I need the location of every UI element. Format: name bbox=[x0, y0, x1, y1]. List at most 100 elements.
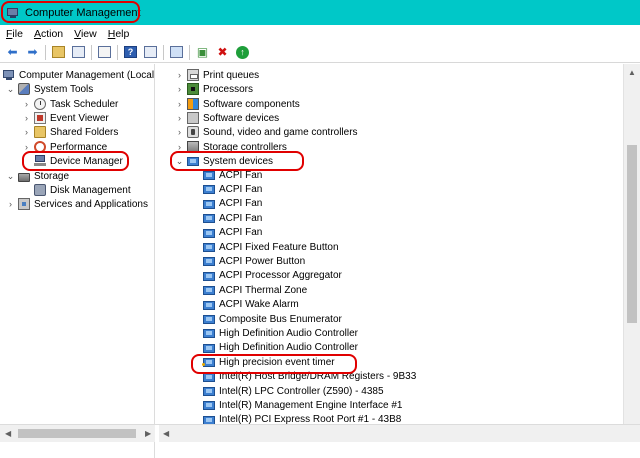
device-label: ACPI Fan bbox=[219, 183, 263, 195]
chevron-right-icon[interactable]: › bbox=[175, 112, 184, 124]
storage-icon bbox=[18, 172, 30, 182]
device-label: Intel(R) Host Bridge/DRAM Registers - 9B… bbox=[219, 371, 417, 383]
disk-icon bbox=[34, 184, 46, 196]
device-label: ACPI Fixed Feature Button bbox=[219, 241, 339, 253]
tree-item-shared-folders[interactable]: › Shared Folders bbox=[22, 125, 118, 139]
category-label: Processors bbox=[203, 83, 254, 95]
pane-divider[interactable] bbox=[155, 425, 159, 443]
system-device-item[interactable]: ACPI Fan bbox=[203, 197, 262, 211]
system-device-item[interactable]: ACPI Fan bbox=[203, 211, 262, 225]
device-icon bbox=[203, 270, 215, 282]
system-tools-icon bbox=[18, 83, 30, 95]
chevron-down-icon[interactable]: ⌄ bbox=[6, 170, 15, 182]
device-icon bbox=[203, 327, 215, 339]
chevron-right-icon[interactable]: › bbox=[22, 126, 31, 138]
system-device-item[interactable]: ACPI Thermal Zone bbox=[203, 283, 307, 297]
system-device-item[interactable]: ACPI Fan bbox=[203, 182, 262, 196]
horizontal-scrollbar[interactable]: ◀ ▶ ◀ bbox=[0, 424, 640, 443]
software-device-icon bbox=[187, 112, 199, 124]
system-device-item[interactable]: Composite Bus Enumerator bbox=[203, 312, 342, 326]
tree-item-computer-management[interactable]: Computer Management (Local bbox=[3, 68, 154, 82]
scroll-right-arrow-icon[interactable]: ▶ bbox=[145, 429, 151, 438]
system-device-item[interactable]: Intel(R) Host Bridge/DRAM Registers - 9B… bbox=[203, 370, 416, 384]
tree-item-device-manager[interactable]: Device Manager bbox=[34, 154, 123, 168]
tree-item-services-applications[interactable]: › Services and Applications bbox=[6, 197, 148, 211]
tree-item-storage[interactable]: ⌄ Storage bbox=[6, 169, 69, 183]
chevron-right-icon[interactable]: › bbox=[22, 112, 31, 124]
performance-icon bbox=[34, 141, 46, 153]
system-device-item[interactable]: Intel(R) LPC Controller (Z590) - 4385 bbox=[203, 384, 384, 398]
monitor-icon[interactable] bbox=[168, 44, 185, 61]
device-icon bbox=[203, 241, 215, 253]
system-device-item[interactable]: ACPI Fixed Feature Button bbox=[203, 240, 339, 254]
menu-help[interactable]: Help bbox=[108, 28, 130, 40]
category-label: Software devices bbox=[203, 112, 280, 124]
chevron-down-icon[interactable]: ⌄ bbox=[175, 155, 184, 167]
menu-view[interactable]: View bbox=[74, 28, 97, 40]
toolbar-separator bbox=[163, 44, 164, 60]
system-device-item[interactable]: ACPI Fan bbox=[203, 168, 262, 182]
uninstall-device-icon[interactable]: ✖ bbox=[214, 44, 231, 61]
tree-label: Performance bbox=[50, 141, 108, 153]
tree-item-task-scheduler[interactable]: › Task Scheduler bbox=[22, 97, 118, 111]
properties-icon[interactable] bbox=[96, 44, 113, 61]
system-device-item[interactable]: High precision event timer bbox=[202, 355, 335, 369]
event-viewer-icon bbox=[34, 112, 46, 124]
system-device-item[interactable]: ACPI Processor Aggregator bbox=[203, 269, 342, 283]
system-device-item[interactable]: High Definition Audio Controller bbox=[203, 341, 358, 355]
chevron-right-icon[interactable]: › bbox=[22, 141, 31, 153]
system-device-item[interactable]: ACPI Wake Alarm bbox=[203, 298, 299, 312]
clock-icon bbox=[34, 98, 46, 110]
chevron-right-icon[interactable]: › bbox=[175, 98, 184, 110]
computer-management-icon bbox=[7, 7, 20, 19]
menu-action[interactable]: Action bbox=[34, 28, 63, 40]
toolbar-separator bbox=[91, 44, 92, 60]
scroll-left-arrow-icon[interactable]: ◀ bbox=[163, 429, 169, 438]
chevron-right-icon[interactable]: › bbox=[175, 83, 184, 95]
device-category-software-components[interactable]: › Software components bbox=[175, 97, 300, 111]
device-label: High Definition Audio Controller bbox=[219, 342, 358, 354]
chevron-down-icon[interactable]: ⌄ bbox=[6, 83, 15, 95]
system-device-item[interactable]: ACPI Power Button bbox=[203, 254, 305, 268]
chevron-right-icon[interactable]: › bbox=[22, 98, 31, 110]
device-category-processors[interactable]: › Processors bbox=[175, 82, 253, 96]
update-driver-icon[interactable]: ▣ bbox=[194, 44, 211, 61]
tree-item-disk-management[interactable]: Disk Management bbox=[34, 183, 131, 197]
console-tree: Computer Management (Local ⌄ System Tool… bbox=[0, 64, 155, 458]
vertical-scrollbar[interactable]: ▲ bbox=[623, 64, 640, 440]
toolbar-separator bbox=[189, 44, 190, 60]
system-device-item[interactable]: High Definition Audio Controller bbox=[203, 326, 358, 340]
device-category-print-queues[interactable]: › Print queues bbox=[175, 68, 259, 82]
scroll-up-arrow-icon[interactable]: ▲ bbox=[628, 68, 636, 77]
up-folder-icon[interactable] bbox=[50, 44, 67, 61]
device-label: High Definition Audio Controller bbox=[219, 327, 358, 339]
system-device-item[interactable]: Intel(R) Management Engine Interface #1 bbox=[203, 398, 402, 412]
forward-arrow-icon[interactable]: ➡ bbox=[24, 44, 41, 61]
device-label: ACPI Fan bbox=[219, 227, 263, 239]
console-icon[interactable] bbox=[142, 44, 159, 61]
device-label: Intel(R) LPC Controller (Z590) - 4385 bbox=[219, 385, 384, 397]
chevron-right-icon[interactable]: › bbox=[175, 69, 184, 81]
enable-device-icon[interactable]: ↑ bbox=[234, 44, 251, 61]
device-category-system-devices[interactable]: ⌄ System devices bbox=[175, 154, 273, 168]
help-icon[interactable]: ? bbox=[122, 44, 139, 61]
horizontal-scroll-thumb[interactable] bbox=[18, 429, 136, 438]
tree-item-system-tools[interactable]: ⌄ System Tools bbox=[6, 82, 93, 96]
system-device-item[interactable]: ACPI Fan bbox=[203, 226, 262, 240]
device-icon bbox=[203, 399, 215, 411]
menu-file[interactable]: File bbox=[6, 28, 23, 40]
tree-item-performance[interactable]: › Performance bbox=[22, 140, 107, 154]
chevron-right-icon[interactable]: › bbox=[6, 198, 15, 210]
vertical-scroll-thumb[interactable] bbox=[627, 145, 637, 323]
back-arrow-icon[interactable]: ⬅ bbox=[4, 44, 21, 61]
device-category-sound[interactable]: › Sound, video and game controllers bbox=[175, 125, 358, 139]
device-icon bbox=[203, 198, 215, 210]
toolbar-separator bbox=[117, 44, 118, 60]
chevron-right-icon[interactable]: › bbox=[175, 126, 184, 138]
chevron-right-icon[interactable]: › bbox=[175, 141, 184, 153]
device-category-storage-controllers[interactable]: › Storage controllers bbox=[175, 140, 287, 154]
show-hide-tree-icon[interactable] bbox=[70, 44, 87, 61]
tree-item-event-viewer[interactable]: › Event Viewer bbox=[22, 111, 109, 125]
device-category-software-devices[interactable]: › Software devices bbox=[175, 111, 279, 125]
scroll-left-arrow-icon[interactable]: ◀ bbox=[5, 429, 11, 438]
